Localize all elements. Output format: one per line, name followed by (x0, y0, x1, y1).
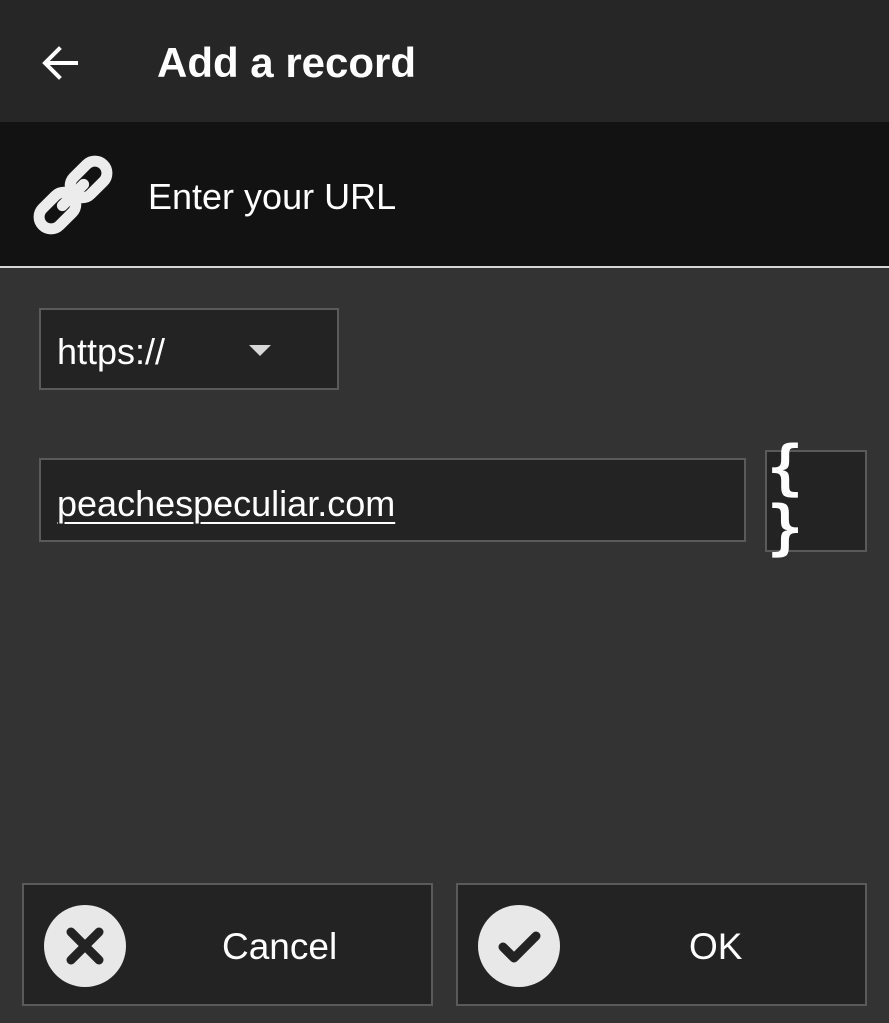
chevron-down-icon (249, 345, 271, 356)
scheme-value: https:// (57, 331, 166, 372)
url-input-value: peachespeculiar.com (57, 483, 396, 524)
app-bar: Add a record (0, 0, 889, 122)
scheme-dropdown[interactable]: https:// (39, 308, 339, 390)
check-circle-icon (478, 905, 560, 987)
ok-button[interactable]: OK (456, 883, 867, 1006)
back-button[interactable] (26, 29, 94, 97)
url-header (0, 122, 889, 266)
url-header-label: Enter your URL (148, 176, 397, 217)
add-record-screen: Add a record Enter your URL https:// pea… (0, 0, 889, 1023)
ok-label: OK (689, 926, 743, 967)
header-divider (0, 266, 889, 268)
cancel-label: Cancel (222, 926, 338, 967)
url-input[interactable]: peachespeculiar.com (39, 458, 746, 542)
arrow-left-icon (42, 46, 78, 80)
close-circle-icon (44, 905, 126, 987)
variables-button[interactable]: { } (765, 438, 867, 558)
curly-braces-icon: { } (767, 433, 806, 563)
cancel-button[interactable]: Cancel (22, 883, 433, 1006)
link-icon (33, 155, 113, 235)
page-title: Add a record (157, 39, 417, 86)
